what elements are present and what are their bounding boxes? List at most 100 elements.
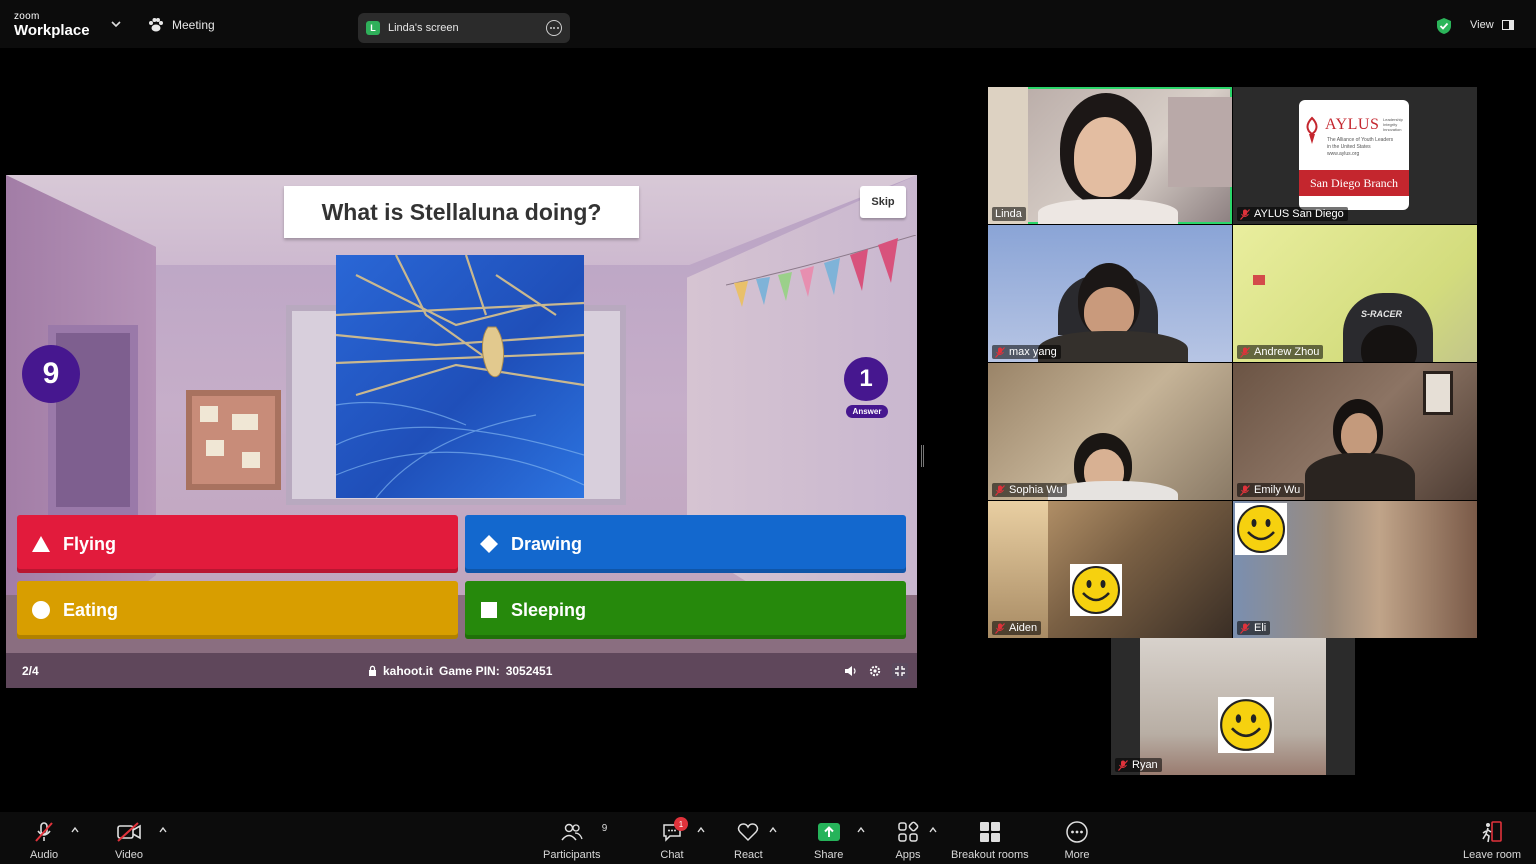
settings-gear-icon[interactable] xyxy=(868,664,882,678)
participant-name-tag: max yang xyxy=(992,345,1061,359)
exit-fullscreen-icon[interactable] xyxy=(892,662,908,679)
encryption-shield-icon[interactable] xyxy=(1436,17,1452,35)
mic-muted-icon xyxy=(1118,759,1128,771)
mic-muted-icon xyxy=(1240,622,1250,634)
zoom-workplace-logo[interactable]: zoom Workplace xyxy=(14,11,90,39)
breakout-rooms-button[interactable]: Breakout rooms xyxy=(951,820,1029,861)
aylus-tagline: Leadership Integrity Innovation xyxy=(1383,117,1403,133)
video-button[interactable]: Video xyxy=(115,820,143,861)
participant-tile-max-yang[interactable]: max yang xyxy=(988,225,1232,362)
participant-tile-sophia-wu[interactable]: Sophia Wu xyxy=(988,363,1232,500)
apps-button[interactable]: Apps xyxy=(894,820,922,861)
participant-name: Linda xyxy=(995,208,1022,220)
participant-tile-aylus-san-diego[interactable]: AYLUS Leadership Integrity Innovation Th… xyxy=(1233,87,1477,224)
split-resize-handle[interactable] xyxy=(921,445,924,467)
circle-icon xyxy=(31,600,51,620)
participant-tile-eli[interactable]: Eli xyxy=(1233,501,1477,638)
skip-button[interactable]: Skip xyxy=(860,186,906,218)
torch-icon xyxy=(1306,116,1318,144)
shared-screen[interactable]: What is Stellaluna doing? Skip 9 1 Answe… xyxy=(6,175,917,688)
participant-tile-linda[interactable]: Linda xyxy=(988,87,1232,224)
chevron-down-icon[interactable] xyxy=(110,18,122,30)
answer-sleeping[interactable]: Sleeping xyxy=(465,581,906,639)
smiley-face-icon xyxy=(1235,503,1287,555)
brand-small: zoom xyxy=(14,11,40,22)
participant-tile-emily-wu[interactable]: Emily Wu xyxy=(1233,363,1477,500)
chat-unread-badge: 1 xyxy=(674,817,688,831)
chevron-up-icon[interactable] xyxy=(159,826,167,834)
audio-button[interactable]: Audio xyxy=(30,820,58,861)
chevron-up-icon[interactable] xyxy=(857,826,865,834)
countdown-timer: 9 xyxy=(22,345,80,403)
react-label: React xyxy=(734,849,763,861)
answer-eating[interactable]: Eating xyxy=(17,581,458,639)
view-menu[interactable]: View xyxy=(1470,19,1514,31)
answer-drawing[interactable]: Drawing xyxy=(465,515,906,573)
participant-name-tag: AYLUS San Diego xyxy=(1237,207,1348,221)
shared-screen-pill[interactable]: L Linda's screen xyxy=(358,13,570,43)
participant-tile-aiden[interactable]: Aiden xyxy=(988,501,1232,638)
video-body xyxy=(1048,481,1178,500)
chevron-up-icon[interactable] xyxy=(769,826,777,834)
participants-label: Participants xyxy=(543,849,601,861)
participant-name-tag: Aiden xyxy=(992,621,1042,635)
game-pin: kahoot.it Game PIN: 3052451 xyxy=(368,664,552,678)
participant-tile-ryan[interactable]: Ryan xyxy=(1111,638,1355,775)
aylus-logo: AYLUS Leadership Integrity Innovation Th… xyxy=(1299,100,1409,210)
participant-name-tag: Linda xyxy=(992,207,1026,221)
question-progress: 2/4 xyxy=(22,663,39,678)
chat-button[interactable]: 1 Chat xyxy=(658,817,688,861)
participant-name: Emily Wu xyxy=(1254,484,1301,496)
mic-muted-icon xyxy=(995,484,1005,496)
share-button[interactable]: Share xyxy=(814,820,843,861)
smiley-face-icon xyxy=(1070,564,1122,616)
leave-room-label: Leave room xyxy=(1463,849,1522,861)
game-pin-value: 3052451 xyxy=(505,663,553,678)
participant-name-tag: Eli xyxy=(1237,621,1271,635)
mic-muted-icon xyxy=(1240,484,1250,496)
video-face xyxy=(1341,413,1377,457)
participant-name: Eli xyxy=(1254,622,1267,634)
meeting-menu[interactable]: Meeting xyxy=(148,18,215,32)
aylus-subtitle: The Alliance of Youth Leaders in the Uni… xyxy=(1327,137,1393,157)
share-screen-icon xyxy=(815,820,843,844)
mic-muted-icon xyxy=(995,346,1005,358)
leave-door-icon xyxy=(1478,820,1506,844)
triangle-icon xyxy=(31,534,51,554)
video-background xyxy=(1253,275,1265,285)
kahoot-site: kahoot.it xyxy=(383,663,433,678)
aylus-branch-banner: San Diego Branch xyxy=(1299,170,1409,196)
diamond-icon xyxy=(479,534,499,554)
video-face xyxy=(1084,287,1134,337)
square-icon xyxy=(479,600,499,620)
participants-button[interactable]: 9 Participants xyxy=(543,820,607,861)
chevron-up-icon[interactable] xyxy=(697,826,705,834)
subtitle-line: The Alliance of Youth Leaders xyxy=(1327,137,1394,143)
audio-label: Audio xyxy=(30,849,59,861)
share-label: Share xyxy=(814,849,844,861)
chevron-up-icon[interactable] xyxy=(929,826,937,834)
participant-name: Aiden xyxy=(1009,622,1038,634)
meeting-toolbar: Audio Video 9 Participants 1 Chat React xyxy=(0,812,1536,864)
participant-tile-andrew-zhou[interactable]: S-RACER Andrew Zhou xyxy=(1233,225,1477,362)
volume-icon[interactable] xyxy=(844,664,858,678)
brand-big: Workplace xyxy=(14,22,90,39)
video-background xyxy=(988,87,1028,224)
chevron-up-icon[interactable] xyxy=(71,826,79,834)
video-face xyxy=(1074,117,1136,197)
answer-label: Flying xyxy=(63,533,116,554)
apps-label: Apps xyxy=(895,849,921,861)
participants-icon: 9 xyxy=(558,820,607,844)
leave-room-button[interactable]: Leave room xyxy=(1463,820,1521,861)
heart-icon xyxy=(734,820,762,844)
more-options-icon[interactable] xyxy=(546,20,562,36)
answer-count-label: Answer xyxy=(846,405,888,418)
breakout-rooms-label: Breakout rooms xyxy=(951,849,1029,861)
question-title: What is Stellaluna doing? xyxy=(284,186,639,238)
breakout-rooms-icon xyxy=(976,820,1004,844)
aylus-title: AYLUS xyxy=(1325,116,1380,133)
react-button[interactable]: React xyxy=(734,820,763,861)
answer-flying[interactable]: Flying xyxy=(17,515,458,573)
smiley-face-icon xyxy=(1218,697,1274,753)
more-button[interactable]: More xyxy=(1063,820,1091,861)
